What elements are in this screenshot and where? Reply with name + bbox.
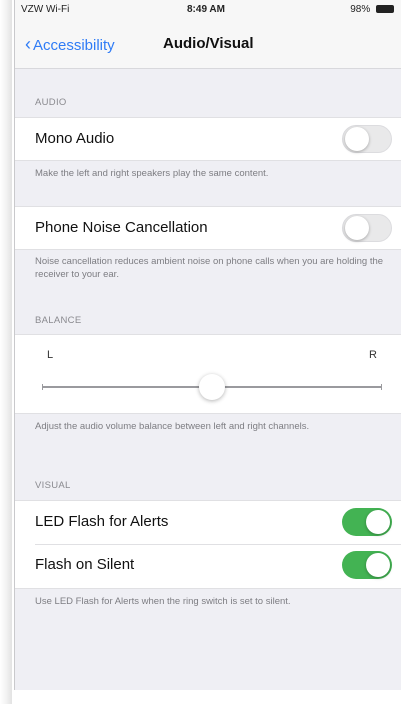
section-header-visual: VISUAL <box>35 480 71 491</box>
balance-slider-thumb[interactable] <box>199 374 225 400</box>
toggle-knob <box>345 127 369 151</box>
flash-on-silent-toggle[interactable] <box>342 551 392 579</box>
row-separator <box>35 544 401 545</box>
screenshot-frame: VZW Wi-Fi 8:49 AM 98% ‹ Accessibility Aud… <box>0 0 401 704</box>
toggle-knob <box>345 216 369 240</box>
settings-screen: VZW Wi-Fi 8:49 AM 98% ‹ Accessibility Aud… <box>14 0 401 690</box>
mono-audio-footnote: Make the left and right speakers play th… <box>35 168 269 179</box>
chevron-left-icon: ‹ <box>25 34 31 54</box>
balance-footnote: Adjust the audio volume balance between … <box>35 421 310 432</box>
back-button[interactable]: ‹ Accessibility <box>25 34 115 55</box>
slider-tick-left <box>42 384 43 390</box>
balance-left-label: L <box>47 349 54 361</box>
navigation-bar: ‹ Accessibility Audio/Visual <box>15 20 401 69</box>
flash-on-silent-label: Flash on Silent <box>35 556 135 573</box>
section-header-balance: BALANCE <box>35 315 82 326</box>
balance-slider-row: L R <box>15 334 401 414</box>
toggle-knob <box>366 510 390 534</box>
toggle-knob <box>366 553 390 577</box>
carrier-label: VZW Wi-Fi <box>21 4 70 15</box>
back-label: Accessibility <box>33 37 115 54</box>
mono-audio-row: Mono Audio <box>15 117 401 161</box>
section-header-audio: AUDIO <box>35 97 67 108</box>
balance-right-label: R <box>369 349 377 361</box>
noise-cancellation-row: Phone Noise Cancellation <box>15 206 401 250</box>
visual-group: LED Flash for Alerts Flash on Silent <box>15 500 401 589</box>
noise-cancellation-footnote: Noise cancellation reduces ambient noise… <box>35 256 384 280</box>
status-bar: VZW Wi-Fi 8:49 AM 98% <box>15 0 401 20</box>
device-bezel <box>0 0 12 704</box>
led-flash-toggle[interactable] <box>342 508 392 536</box>
battery-percent: 98% <box>350 4 371 15</box>
visual-footnote: Use LED Flash for Alerts when the ring s… <box>35 596 291 607</box>
noise-cancellation-toggle[interactable] <box>342 214 392 242</box>
page-title: Audio/Visual <box>163 35 254 52</box>
slider-tick-right <box>381 384 382 390</box>
mono-audio-label: Mono Audio <box>35 130 115 147</box>
battery-indicator: 98% <box>350 4 394 15</box>
noise-cancellation-label: Phone Noise Cancellation <box>35 219 208 236</box>
clock: 8:49 AM <box>187 4 225 15</box>
led-flash-label: LED Flash for Alerts <box>35 513 169 530</box>
mono-audio-toggle[interactable] <box>342 125 392 153</box>
battery-icon <box>376 5 394 14</box>
